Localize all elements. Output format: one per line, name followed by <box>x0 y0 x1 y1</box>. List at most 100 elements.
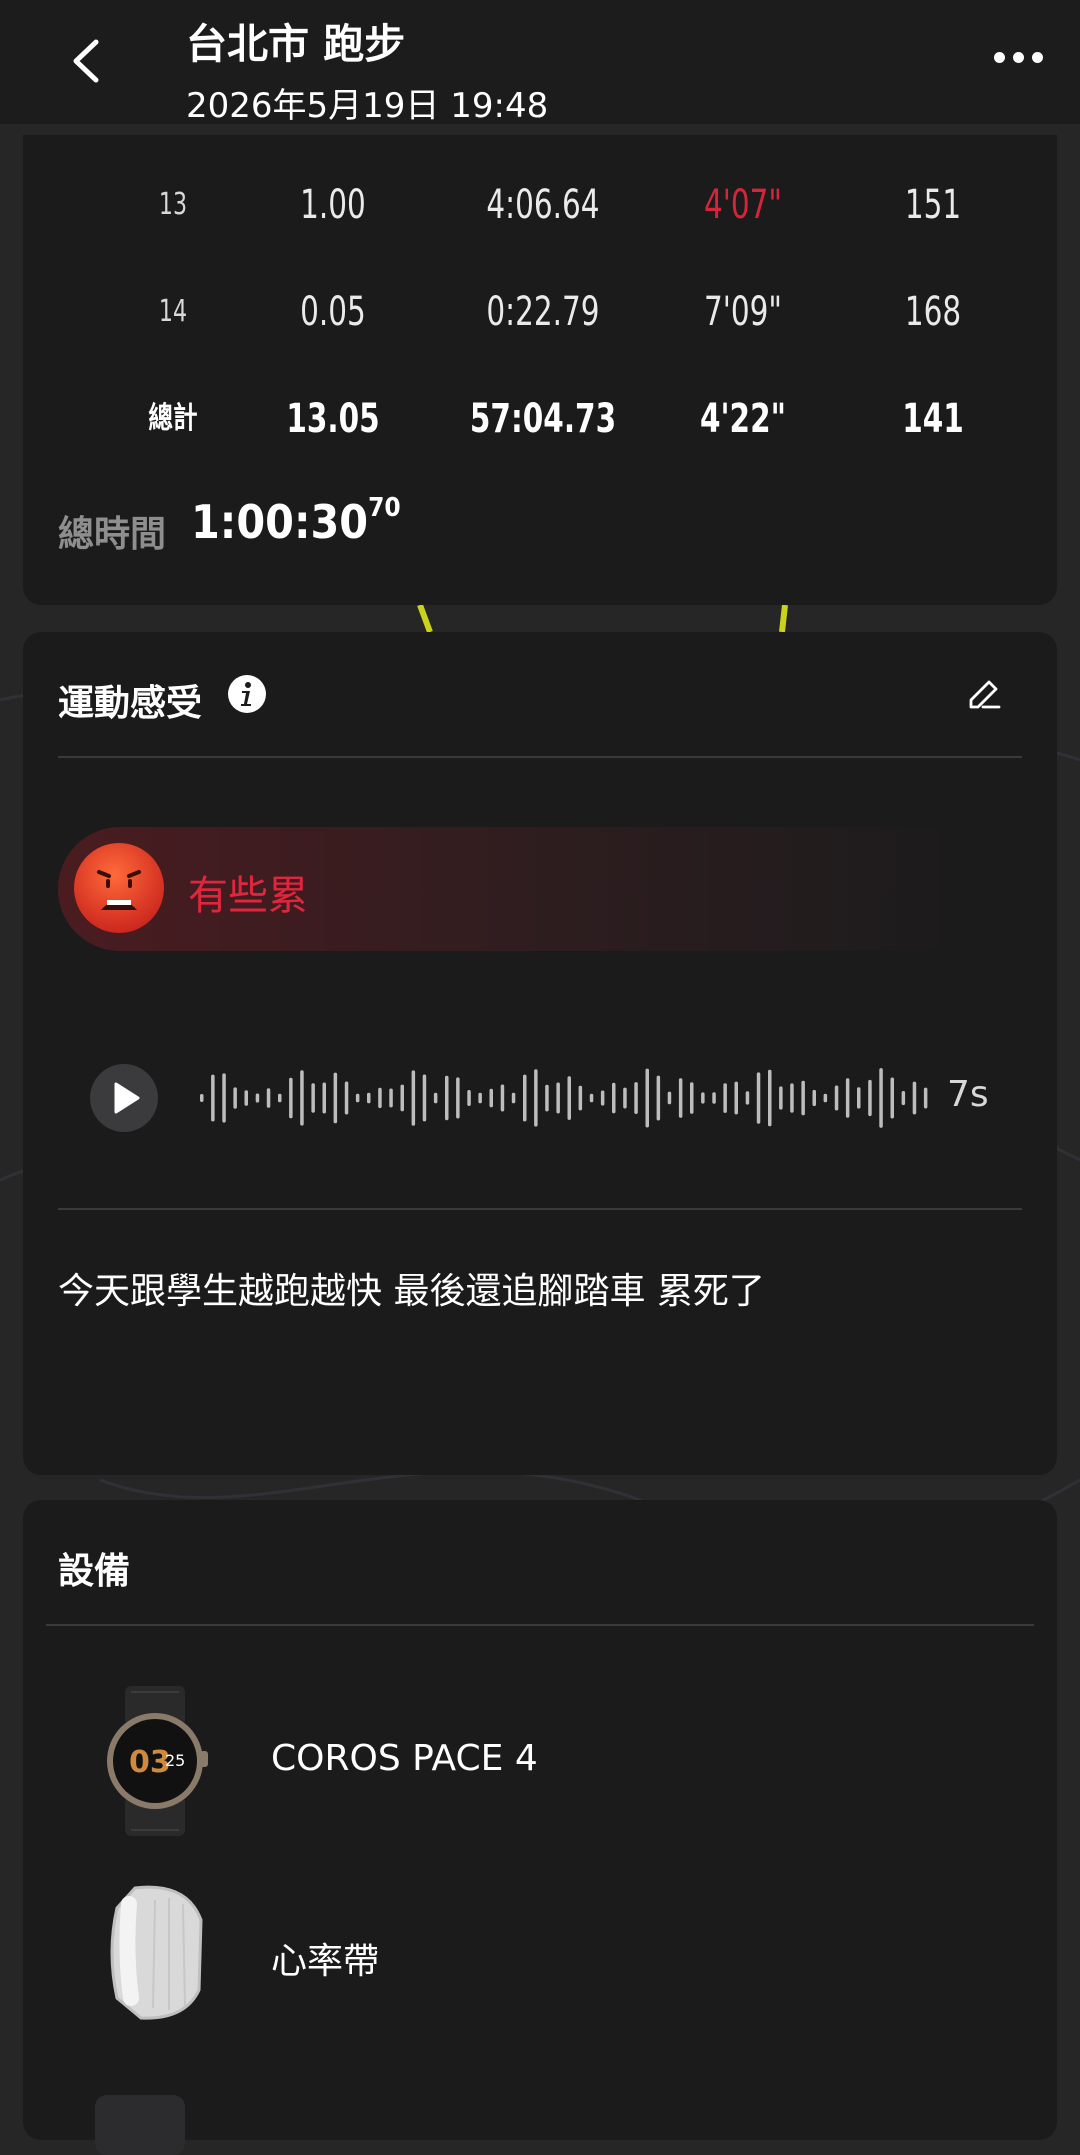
section-title: 設備 <box>58 1551 131 1592</box>
waveform-bar <box>701 1092 705 1104</box>
lap-number: 13 <box>158 187 188 222</box>
waveform-bar <box>534 1069 538 1127</box>
total-duration-fraction: 70 <box>368 492 401 523</box>
waveform-bar <box>233 1087 237 1109</box>
waveform-bar <box>578 1085 583 1111</box>
waveform-bar <box>845 1078 850 1118</box>
waveform-bar <box>367 1092 371 1104</box>
play-icon <box>114 1082 140 1114</box>
waveform-bar <box>790 1083 794 1113</box>
waveform-bar <box>333 1072 338 1124</box>
waveform-bar <box>511 1092 516 1104</box>
section-title: 運動感受 <box>58 683 203 724</box>
waveform-bar <box>556 1082 560 1114</box>
waveform-bar <box>489 1088 493 1108</box>
waveform-bar <box>857 1087 861 1109</box>
waveform-bar <box>623 1087 627 1109</box>
devices-card: 設備 03 25 COROS PACE 4 心率帶 <box>23 1500 1057 2155</box>
voice-play-button[interactable] <box>90 1064 158 1132</box>
lap-heart-rate: 151 <box>904 182 962 228</box>
waveform-bar <box>411 1070 416 1126</box>
waveform-bar <box>478 1092 482 1104</box>
total-distance: 13.05 <box>286 396 380 442</box>
waveform-bar <box>712 1092 716 1104</box>
lap-pace: 4'07" <box>703 182 782 228</box>
waveform-bar <box>289 1077 293 1119</box>
waveform-bar <box>779 1086 783 1110</box>
waveform-bar <box>879 1068 883 1128</box>
activity-datetime: 2026年5月19日 19:48 <box>186 86 549 126</box>
waveform-bar <box>690 1082 694 1114</box>
divider <box>58 1208 1022 1210</box>
waveform-bar <box>344 1081 349 1115</box>
lap-time: 0:22.79 <box>486 289 600 335</box>
total-label: 總計 <box>148 401 198 436</box>
waveform-bar <box>812 1089 816 1107</box>
page-title: 台北市 跑步 <box>186 20 406 68</box>
waveform-bar <box>500 1084 505 1112</box>
edit-icon[interactable] <box>965 676 1003 714</box>
total-heart-rate: 141 <box>902 396 964 442</box>
divider <box>46 1624 1034 1626</box>
waveform-bar <box>567 1076 571 1120</box>
total-pace: 4'22" <box>699 396 786 442</box>
waveform-bar <box>734 1081 738 1115</box>
device-name[interactable]: 心率帶 <box>271 1932 379 1984</box>
lap-number: 14 <box>158 294 188 329</box>
device-name[interactable]: COROS PACE 4 <box>271 1738 538 1779</box>
watch-image[interactable]: 03 25 <box>95 1686 215 1836</box>
waveform-bar <box>255 1093 260 1103</box>
waveform-bar <box>912 1081 917 1115</box>
watch-face-minutes: 25 <box>165 1751 185 1770</box>
waveform-bar <box>433 1092 438 1104</box>
waveform-bar <box>923 1087 928 1109</box>
waveform-bar <box>200 1094 204 1102</box>
info-icon[interactable] <box>227 674 267 714</box>
total-time: 57:04.73 <box>469 396 617 442</box>
waveform-bar <box>523 1074 527 1122</box>
waveform-bar <box>378 1087 382 1109</box>
waveform-bar <box>322 1082 326 1114</box>
lap-heart-rate: 168 <box>904 289 962 335</box>
waveform-bar <box>667 1091 672 1105</box>
voice-waveform[interactable] <box>198 1060 933 1136</box>
waveform-bar <box>756 1072 761 1124</box>
waveform-bar <box>801 1080 805 1116</box>
waveform-bar <box>211 1074 215 1122</box>
divider <box>58 756 1022 758</box>
heart-rate-strap-image[interactable] <box>95 1880 215 2030</box>
waveform-bar <box>634 1082 638 1114</box>
waveform-bar <box>656 1075 661 1121</box>
lap-pace: 7'09" <box>703 289 782 335</box>
waveform-bar <box>445 1075 449 1121</box>
total-row: 總計 13.05 57:04.73 4'22" 141 <box>23 389 1057 449</box>
more-options-icon[interactable] <box>990 48 1050 78</box>
waveform-bar <box>745 1091 750 1105</box>
waveform-bar <box>311 1083 315 1113</box>
device-thumbnail[interactable] <box>95 2095 185 2155</box>
waveform-bar <box>768 1069 772 1127</box>
table-row: 13 1.00 4:06.64 4'07" 151 <box>23 175 1057 235</box>
waveform-bar <box>589 1093 594 1103</box>
mood-label: 有些累 <box>188 873 308 919</box>
waveform-bar <box>723 1083 727 1113</box>
workout-feeling-card: 運動感受 有些累 7s 今天跟學生越跑越快 最後還追腳踏車 累死了 <box>23 632 1057 1475</box>
waveform-bar <box>868 1079 872 1117</box>
lap-distance: 0.05 <box>300 289 366 335</box>
tired-face-icon <box>74 843 164 933</box>
mood-pill: 有些累 <box>58 827 978 951</box>
waveform-bar <box>456 1077 460 1119</box>
splits-card: 13 1.00 4:06.64 4'07" 151 14 0.05 0:22.7… <box>23 135 1057 605</box>
workout-note: 今天跟學生越跑越快 最後還追腳踏車 累死了 <box>58 1271 765 1312</box>
waveform-bar <box>545 1084 549 1112</box>
back-arrow-icon[interactable] <box>62 36 112 86</box>
waveform-bar <box>389 1088 393 1108</box>
waveform-bar <box>612 1082 616 1114</box>
voice-duration: 7s <box>947 1074 989 1115</box>
waveform-bar <box>600 1090 605 1106</box>
total-duration-label: 總時間 <box>58 514 167 555</box>
waveform-bar <box>467 1090 471 1106</box>
table-row: 14 0.05 0:22.79 7'09" 168 <box>23 282 1057 342</box>
waveform-bar <box>890 1077 894 1119</box>
lap-time: 4:06.64 <box>486 182 600 228</box>
